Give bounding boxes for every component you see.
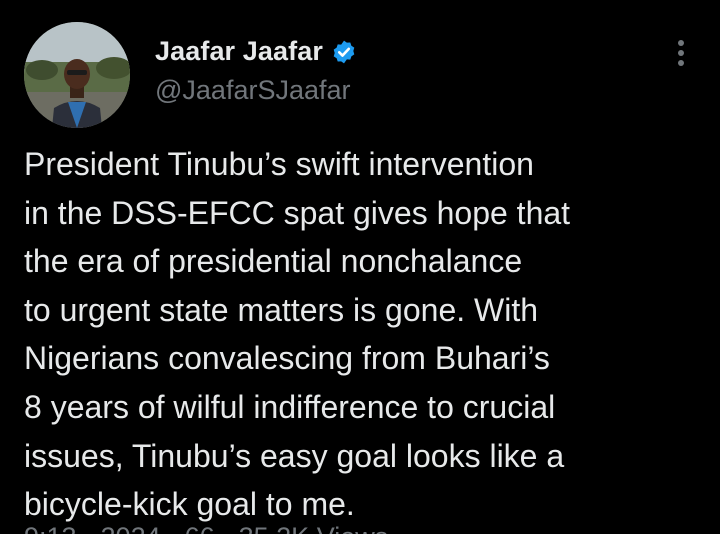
tweet-card: Jaafar Jaafar @JaafarSJaafar President T… bbox=[0, 0, 720, 534]
author-name-row[interactable]: Jaafar Jaafar bbox=[155, 36, 357, 67]
tweet-text-line: 8 years of wilful indifference to crucia… bbox=[24, 388, 556, 425]
author-handle[interactable]: @JaafarSJaafar bbox=[155, 75, 351, 106]
tweet-text-line: to urgent state matters is gone. With bbox=[24, 291, 539, 328]
avatar-photo bbox=[24, 22, 130, 128]
tweet-meta[interactable]: 9:13 · 2024 · 66 · 35.2K Views bbox=[24, 522, 388, 534]
more-options-button[interactable] bbox=[664, 36, 698, 70]
tweet-text-line: issues, Tinubu’s easy goal looks like a bbox=[24, 437, 565, 474]
tweet-text-line: the era of presidential nonchalance bbox=[24, 243, 523, 280]
tweet-text-line: Nigerians convalescing from Buhari’s bbox=[24, 340, 550, 377]
verified-badge-icon bbox=[331, 39, 357, 65]
more-vertical-icon bbox=[678, 40, 684, 66]
author-display-name[interactable]: Jaafar Jaafar bbox=[155, 36, 323, 67]
tweet-text-line: in the DSS-EFCC spat gives hope that bbox=[24, 194, 571, 231]
tweet-text-line: President Tinubu’s swift intervention bbox=[24, 146, 534, 182]
avatar[interactable] bbox=[24, 22, 130, 128]
tweet-text: President Tinubu’s swift intervention in… bbox=[24, 140, 704, 529]
